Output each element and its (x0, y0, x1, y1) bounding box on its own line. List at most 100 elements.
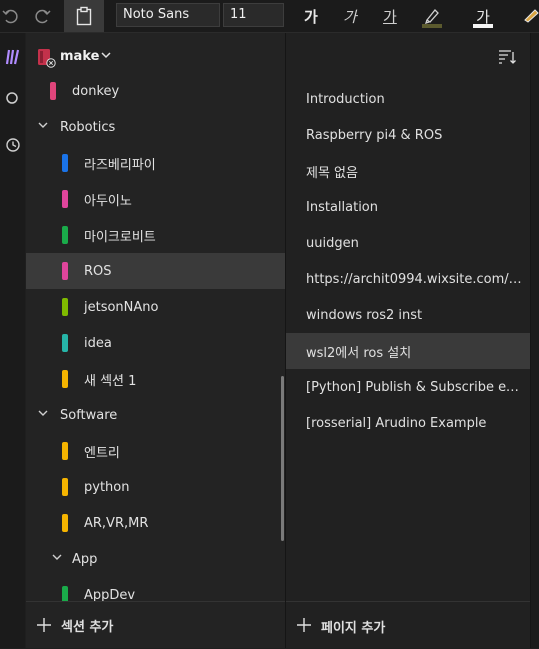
section-color-tab (62, 514, 68, 532)
bold-button[interactable]: 가 (304, 3, 318, 29)
section-label: 아두이노 (84, 193, 132, 209)
section-label: ROS (84, 263, 112, 279)
section-item[interactable]: 엔트리 (26, 433, 285, 469)
highlight-button[interactable] (422, 3, 442, 29)
font-color-button[interactable]: 가 (473, 3, 493, 29)
section-item-selected[interactable]: ROS (26, 253, 285, 289)
redo-button[interactable] (28, 0, 58, 32)
redo-icon (35, 9, 51, 24)
font-size-field[interactable]: 11 (223, 3, 284, 27)
page-item[interactable]: https://archit0994.wixsite.com/architect… (286, 261, 530, 297)
italic-button[interactable]: 가 (343, 3, 357, 29)
section-label: python (84, 479, 130, 495)
sort-pages-button[interactable] (498, 49, 516, 69)
page-item[interactable]: Installation (286, 189, 530, 225)
notebook-title: make (60, 49, 100, 64)
page-title: [rosserial] Arudino Example (306, 415, 487, 431)
section-item[interactable]: 마이크로비트 (26, 217, 285, 253)
section-color-tab (62, 442, 68, 460)
clipboard-icon (76, 6, 92, 26)
section-item[interactable]: 아두이노 (26, 181, 285, 217)
notebooks-button[interactable] (0, 39, 25, 75)
navigation-rail (0, 33, 25, 648)
chevron-down-icon (101, 52, 111, 59)
note-canvas-edge (531, 33, 539, 648)
undo-button[interactable] (0, 0, 22, 32)
section-group-app[interactable]: App (26, 541, 285, 577)
page-title: windows ros2 inst (306, 307, 423, 323)
plus-icon (297, 618, 311, 632)
section-group-software[interactable]: Software (26, 397, 285, 433)
page-item[interactable]: windows ros2 inst (286, 297, 530, 333)
page-item[interactable]: 제목 없음 (286, 153, 530, 189)
section-color-tab (50, 82, 56, 100)
font-color-swatch (473, 24, 493, 28)
section-color-tab (62, 334, 68, 352)
section-item[interactable]: AR,VR,MR (26, 505, 285, 541)
section-label: idea (84, 335, 112, 351)
notebooks-icon (5, 49, 19, 65)
page-title: wsl2에서 ros 설치 (306, 345, 412, 361)
page-item[interactable]: [Python] Publish & Subscribe example (286, 369, 530, 405)
recent-notes-button[interactable] (0, 127, 25, 163)
add-section-label: 섹션 추가 (61, 620, 114, 635)
page-item-selected[interactable]: wsl2에서 ros 설치 (286, 333, 530, 369)
page-title: uuidgen (306, 235, 359, 251)
highlight-color-swatch (422, 24, 442, 28)
section-label: AR,VR,MR (84, 515, 149, 531)
section-group-label: App (72, 551, 98, 567)
page-item[interactable]: [rosserial] Arudino Example (286, 405, 530, 441)
page-title: 제목 없음 (306, 165, 358, 181)
plus-icon (37, 618, 51, 632)
page-title: https://archit0994.wixsite.com/architect… (306, 271, 522, 287)
section-color-tab (62, 478, 68, 496)
section-item[interactable]: python (26, 469, 285, 505)
add-section-button[interactable]: 섹션 추가 (26, 601, 285, 649)
highlighter-icon (424, 9, 439, 25)
section-color-tab (62, 370, 68, 388)
chevron-down-icon (38, 122, 48, 128)
clock-icon (5, 138, 20, 152)
section-color-tab (62, 190, 68, 208)
section-label: jetsonNAno (84, 299, 159, 315)
section-label: AppDev (84, 587, 136, 602)
section-label: 라즈베리파이 (84, 157, 156, 173)
formatting-toolbar: Noto Sans 11 가 가 가 가 (0, 0, 539, 33)
pages-panel: Introduction Raspberry pi4 & ROS 제목 없음 I… (286, 33, 531, 648)
section-group-label: Robotics (60, 119, 116, 135)
section-item[interactable]: donkey (26, 73, 285, 109)
undo-icon (2, 9, 18, 24)
section-color-tab (62, 298, 68, 316)
section-group-label: Software (60, 407, 118, 423)
page-item[interactable]: uuidgen (286, 225, 530, 261)
section-item[interactable]: idea (26, 325, 285, 361)
chevron-down-icon (52, 554, 62, 560)
add-page-button[interactable]: 페이지 추가 (286, 601, 530, 649)
section-item[interactable]: 라즈베리파이 (26, 145, 285, 181)
section-color-tab (62, 154, 68, 172)
page-item[interactable]: Introduction (286, 81, 530, 117)
section-item[interactable]: AppDev (26, 577, 285, 601)
underline-button[interactable]: 가 (383, 3, 397, 29)
notebook-icon (38, 49, 56, 68)
page-item[interactable]: Raspberry pi4 & ROS (286, 117, 530, 153)
chevron-down-icon (38, 410, 48, 416)
section-label: 마이크로비트 (84, 229, 156, 245)
sections-panel: make donkey Robotics 라즈베리파이 아두이노 마이크로비트 (26, 33, 286, 648)
section-color-tab (62, 226, 68, 244)
format-painter-button[interactable] (523, 3, 539, 29)
section-label: 엔트리 (84, 445, 120, 461)
section-group-robotics[interactable]: Robotics (26, 109, 285, 145)
section-item[interactable]: jetsonNAno (26, 289, 285, 325)
paintbrush-icon (524, 9, 539, 23)
section-item[interactable]: 새 섹션 1 (26, 361, 285, 397)
section-label: donkey (72, 83, 120, 99)
paste-button[interactable] (64, 0, 104, 32)
sort-icon (499, 50, 516, 64)
section-label: 새 섹션 1 (84, 373, 137, 389)
page-title: Installation (306, 199, 379, 215)
sections-scrollbar[interactable] (281, 376, 284, 541)
section-color-tab (62, 262, 68, 280)
font-name-field[interactable]: Noto Sans (116, 3, 220, 27)
search-button[interactable] (0, 81, 25, 117)
